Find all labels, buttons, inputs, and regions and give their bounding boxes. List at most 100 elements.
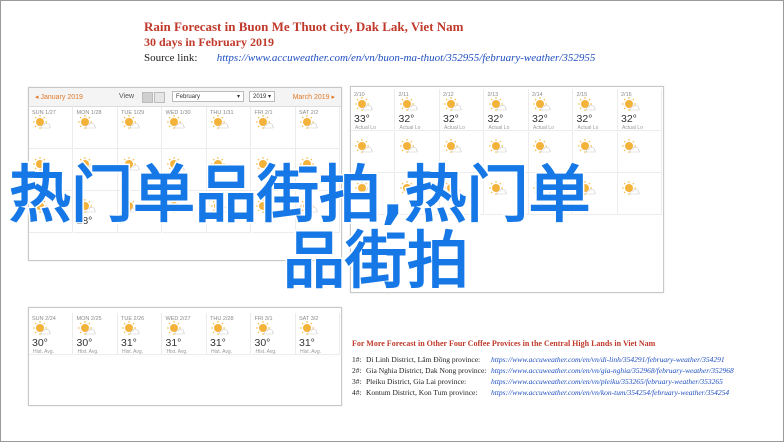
partly-sunny-icon <box>622 181 640 195</box>
day-cell[interactable]: WED 2/27 31° Hist. Avg. <box>162 313 207 355</box>
row-number: 4#: <box>352 388 362 397</box>
day-high-temp: 32° <box>576 113 593 125</box>
day-high-temp: 32° <box>443 113 459 125</box>
day-cell[interactable]: THU 2/28 31° Hist. Avg. <box>207 313 251 355</box>
day-cell[interactable]: SUN 1/27 <box>29 107 73 149</box>
partly-sunny-icon <box>166 157 185 171</box>
page-subtitle: 30 days in February 2019 <box>144 35 275 49</box>
day-cell[interactable]: 2/11 32° Actual Lo <box>395 89 440 131</box>
day-cell[interactable] <box>529 131 573 173</box>
day-cell[interactable] <box>118 149 162 191</box>
day-high-temp: 31° <box>121 337 137 349</box>
day-cell[interactable] <box>207 149 251 191</box>
partly-sunny-icon <box>533 139 551 153</box>
day-cell[interactable] <box>529 173 573 215</box>
day-cell[interactable] <box>395 173 440 215</box>
day-high-temp: 31° <box>210 337 226 349</box>
day-cell[interactable] <box>162 149 207 191</box>
day-cell[interactable] <box>351 131 395 173</box>
forecast-link[interactable]: https://www.accuweather.com/en/vn/kon-tu… <box>491 388 729 397</box>
day-cell[interactable]: 2/12 32° Actual Lo <box>440 89 484 131</box>
day-cell[interactable] <box>618 131 662 173</box>
partly-sunny-icon <box>255 115 274 129</box>
source-label: Source link: <box>144 52 198 64</box>
source-link[interactable]: https://www.accuweather.com/en/vn/buon-m… <box>217 52 596 64</box>
day-low-label: Hist. Avg. <box>122 349 144 355</box>
day-cell[interactable]: SAT 3/2 31° Hist. Avg. <box>296 313 340 355</box>
day-cell[interactable] <box>251 191 296 233</box>
day-cell[interactable] <box>484 131 529 173</box>
partly-sunny-icon <box>77 115 96 129</box>
day-cell[interactable]: 2/13 32° Actual Lo <box>484 89 529 131</box>
month-select[interactable]: February ▾ <box>172 91 244 102</box>
list-view-icon[interactable] <box>154 92 165 103</box>
day-low-label: Hist. Avg. <box>33 349 55 355</box>
day-cell[interactable] <box>573 131 618 173</box>
day-cell[interactable] <box>29 149 73 191</box>
day-cell[interactable] <box>351 173 395 215</box>
day-cell[interactable] <box>118 191 162 233</box>
day-cell[interactable] <box>162 191 207 233</box>
day-cell[interactable] <box>618 173 662 215</box>
day-high-temp: 32° <box>487 113 504 125</box>
partly-sunny-icon <box>444 97 462 111</box>
partly-sunny-icon <box>533 181 551 195</box>
partly-sunny-icon <box>300 115 318 129</box>
year-select[interactable]: 2019 ▾ <box>249 91 275 102</box>
day-cell[interactable]: 2/10 33° Actual Lo <box>351 89 395 131</box>
partly-sunny-icon <box>488 139 507 153</box>
chevron-down-icon: ▾ <box>267 94 271 100</box>
day-cell[interactable]: SUN 2/24 30° Hist. Avg. <box>29 313 73 355</box>
day-cell[interactable] <box>395 131 440 173</box>
partly-sunny-icon <box>399 181 418 195</box>
day-cell[interactable]: WED 1/30 <box>162 107 207 149</box>
grid-view-icon[interactable] <box>142 92 153 103</box>
partly-sunny-icon <box>300 157 318 171</box>
day-cell[interactable] <box>207 191 251 233</box>
next-month-label: March 2019 <box>292 94 330 101</box>
day-cell[interactable]: FRI 2/1 <box>251 107 296 149</box>
day-cell[interactable] <box>296 149 340 191</box>
day-cell[interactable]: 2/15 32° Actual Lo <box>573 89 618 131</box>
day-cell[interactable]: SAT 2/2 <box>296 107 340 149</box>
day-cell[interactable] <box>440 131 484 173</box>
day-cell[interactable]: MON 2/25 30° Hist. Avg. <box>73 313 118 355</box>
calendar-header: ◂ January 2019 View February ▾ 2019 ▾ Mar… <box>29 88 341 107</box>
day-cell[interactable]: 28° <box>73 191 118 233</box>
day-cell[interactable]: 2/16 32° Actual Lo <box>618 89 662 131</box>
page-header: Rain Forecast in Buon Me Thuot city, Dak… <box>144 19 704 66</box>
partly-sunny-icon <box>488 97 507 111</box>
page-frame: Rain Forecast in Buon Me Thuot city, Dak… <box>0 0 784 442</box>
day-cell[interactable] <box>296 191 340 233</box>
day-cell[interactable] <box>73 149 118 191</box>
month-select-value: February <box>176 94 201 100</box>
year-select-value: 2019 <box>253 94 267 100</box>
partly-sunny-icon <box>444 181 462 195</box>
day-cell[interactable] <box>29 191 73 233</box>
day-cell[interactable] <box>440 173 484 215</box>
partly-sunny-icon <box>533 97 551 111</box>
forecast-link[interactable]: https://www.accuweather.com/en/vn/pleiku… <box>491 377 723 386</box>
district-name: Kontum District, Kon Tum province: <box>366 388 478 397</box>
day-cell[interactable]: MON 1/28 <box>73 107 118 149</box>
partly-sunny-icon <box>166 321 185 335</box>
partly-sunny-icon <box>622 97 640 111</box>
prev-month-link[interactable]: ◂ January 2019 <box>35 93 83 101</box>
forecast-link[interactable]: https://www.accuweather.com/en/vn/di-lin… <box>491 355 725 364</box>
day-cell[interactable] <box>251 149 296 191</box>
day-cell[interactable]: THU 1/31 <box>207 107 251 149</box>
forecast-link[interactable]: https://www.accuweather.com/en/vn/gia-ng… <box>491 366 734 375</box>
forecast-link-row: 2#: Gia Nghia District, Dak Nong province… <box>352 365 762 376</box>
day-cell[interactable] <box>573 173 618 215</box>
partly-sunny-icon <box>33 321 51 335</box>
day-cell[interactable]: 2/14 32° Actual Lo <box>529 89 573 131</box>
row-number: 3#: <box>352 377 362 386</box>
day-cell[interactable]: TUE 2/26 31° Hist. Avg. <box>118 313 162 355</box>
partly-sunny-icon <box>122 321 140 335</box>
district-name: Gia Nghia District, Dak Nong province: <box>366 366 487 375</box>
day-cell[interactable] <box>484 173 529 215</box>
day-cell[interactable]: TUE 1/29 <box>118 107 162 149</box>
next-month-link[interactable]: March 2019 ▸ <box>293 93 335 101</box>
day-high-temp: 32° <box>398 113 415 125</box>
day-cell[interactable]: FRI 3/1 30° Hist. Avg. <box>251 313 296 355</box>
